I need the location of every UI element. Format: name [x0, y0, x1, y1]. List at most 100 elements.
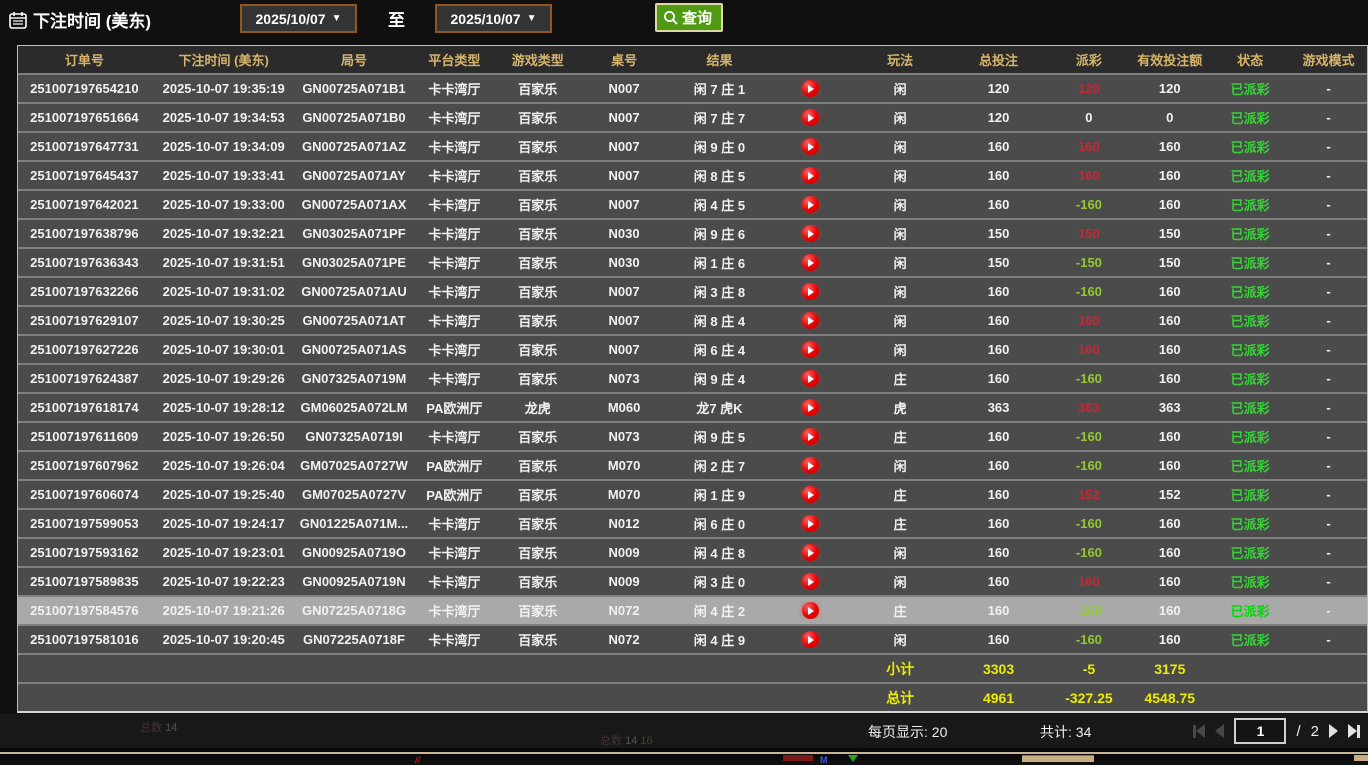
cell-play — [769, 341, 852, 358]
date-to-select[interactable]: 2025/10/07 ▼ — [435, 4, 552, 33]
cell-mode: - — [1290, 226, 1367, 241]
column-header-table: 桌号 — [578, 50, 670, 69]
play-icon — [808, 462, 814, 470]
cell-game: 百家乐 — [497, 572, 578, 591]
cell-time: 2025-10-07 19:23:01 — [151, 545, 297, 560]
search-button[interactable]: 查询 — [655, 3, 723, 32]
cell-play — [769, 457, 852, 474]
cell-play — [769, 515, 852, 532]
play-video-button[interactable] — [802, 225, 819, 242]
cell-play — [769, 544, 852, 561]
play-video-button[interactable] — [802, 399, 819, 416]
play-icon — [808, 259, 814, 267]
last-page-button[interactable] — [1348, 724, 1360, 738]
table-row[interactable]: 2510071976116092025-10-07 19:26:50GN0732… — [18, 421, 1367, 450]
cell-platform: 卡卡湾厅 — [411, 543, 497, 562]
cell-game: 百家乐 — [497, 311, 578, 330]
next-page-button[interactable] — [1329, 724, 1338, 738]
cell-bet: 闲 — [852, 195, 949, 214]
cell-round: GN00925A0719O — [297, 545, 412, 560]
table-row[interactable]: 2510071976181742025-10-07 19:28:12GM0602… — [18, 392, 1367, 421]
cell-mode: - — [1290, 342, 1367, 357]
cell-table: M070 — [578, 487, 670, 502]
grand-total-total-bet: 4961 — [949, 690, 1049, 706]
table-header-row: 订单号下注时间 (美东)局号平台类型游戏类型桌号结果玩法总投注派彩有效投注额状态… — [18, 46, 1367, 73]
table-row[interactable]: 2510071976243872025-10-07 19:29:26GN0732… — [18, 363, 1367, 392]
table-row[interactable]: 2510071976454372025-10-07 19:33:41GN0072… — [18, 160, 1367, 189]
table-row[interactable]: 2510071976363432025-10-07 19:31:51GN0302… — [18, 247, 1367, 276]
play-video-button[interactable] — [802, 283, 819, 300]
page-number-input[interactable] — [1234, 718, 1286, 744]
play-video-button[interactable] — [802, 515, 819, 532]
cell-payout: -160 — [1048, 371, 1129, 386]
play-video-button[interactable] — [802, 457, 819, 474]
play-icon — [808, 491, 814, 499]
cell-time: 2025-10-07 19:34:53 — [151, 110, 297, 125]
cell-payout: 150 — [1048, 226, 1129, 241]
cell-bet: 闲 — [852, 630, 949, 649]
table-row[interactable]: 2510071976272262025-10-07 19:30:01GN0072… — [18, 334, 1367, 363]
cell-mode: - — [1290, 545, 1367, 560]
play-video-button[interactable] — [802, 486, 819, 503]
table-row[interactable]: 2510071975810162025-10-07 19:20:45GN0722… — [18, 624, 1367, 653]
cell-table: N012 — [578, 516, 670, 531]
cell-play — [769, 109, 852, 126]
play-video-button[interactable] — [802, 138, 819, 155]
play-video-button[interactable] — [802, 196, 819, 213]
search-icon — [663, 10, 679, 26]
table-row[interactable]: 2510071976542102025-10-07 19:35:19GN0072… — [18, 73, 1367, 102]
cell-bet: 闲 — [852, 282, 949, 301]
play-icon — [808, 230, 814, 238]
cell-result: 闲 6 庄 0 — [670, 514, 769, 533]
play-video-button[interactable] — [802, 602, 819, 619]
cell-payout: -160 — [1048, 429, 1129, 444]
play-icon — [808, 375, 814, 383]
prev-page-button[interactable] — [1215, 724, 1224, 738]
play-icon — [808, 201, 814, 209]
table-row[interactable]: 2510071976291072025-10-07 19:30:25GN0072… — [18, 305, 1367, 334]
cell-total: 160 — [949, 516, 1049, 531]
date-to-value: 2025/10/07 — [451, 11, 521, 27]
table-row[interactable]: 2510071975898352025-10-07 19:22:23GN0092… — [18, 566, 1367, 595]
play-video-button[interactable] — [802, 341, 819, 358]
play-video-button[interactable] — [802, 167, 819, 184]
table-row[interactable]: 2510071976079622025-10-07 19:26:04GM0702… — [18, 450, 1367, 479]
play-video-button[interactable] — [802, 370, 819, 387]
cell-play — [769, 631, 852, 648]
play-video-button[interactable] — [802, 573, 819, 590]
cell-mode: - — [1290, 110, 1367, 125]
cell-payout: -160 — [1048, 197, 1129, 212]
table-row[interactable]: 2510071976516642025-10-07 19:34:53GN0072… — [18, 102, 1367, 131]
table-row[interactable]: 2510071976060742025-10-07 19:25:40GM0702… — [18, 479, 1367, 508]
cell-valid: 160 — [1129, 603, 1210, 618]
table-row[interactable]: 2510071975845762025-10-07 19:21:26GN0722… — [18, 595, 1367, 624]
cell-status: 已派彩 — [1210, 630, 1290, 649]
cell-table: N007 — [578, 284, 670, 299]
table-row[interactable]: 2510071976420212025-10-07 19:33:00GN0072… — [18, 189, 1367, 218]
cell-round: GN00725A071AU — [297, 284, 412, 299]
table-row[interactable]: 2510071975990532025-10-07 19:24:17GN0122… — [18, 508, 1367, 537]
cell-time: 2025-10-07 19:26:50 — [151, 429, 297, 444]
cell-total: 160 — [949, 168, 1049, 183]
play-video-button[interactable] — [802, 631, 819, 648]
table-row[interactable]: 2510071976477312025-10-07 19:34:09GN0072… — [18, 131, 1367, 160]
column-header-time: 下注时间 (美东) — [151, 50, 297, 69]
play-icon — [808, 549, 814, 557]
table-row[interactable]: 2510071975931622025-10-07 19:23:01GN0092… — [18, 537, 1367, 566]
first-page-button[interactable] — [1193, 724, 1205, 738]
play-video-button[interactable] — [802, 109, 819, 126]
play-video-button[interactable] — [802, 544, 819, 561]
cell-status: 已派彩 — [1210, 166, 1290, 185]
table-row[interactable]: 2510071976387962025-10-07 19:32:21GN0302… — [18, 218, 1367, 247]
play-video-button[interactable] — [802, 254, 819, 271]
background-page-fragment — [1354, 755, 1368, 761]
cell-platform: PA欧洲厅 — [411, 485, 497, 504]
cell-time: 2025-10-07 19:31:51 — [151, 255, 297, 270]
play-video-button[interactable] — [802, 80, 819, 97]
cell-result: 闲 3 庄 0 — [670, 572, 769, 591]
cell-payout: -150 — [1048, 255, 1129, 270]
table-row[interactable]: 2510071976322662025-10-07 19:31:02GN0072… — [18, 276, 1367, 305]
play-video-button[interactable] — [802, 428, 819, 445]
play-video-button[interactable] — [802, 312, 819, 329]
date-from-select[interactable]: 2025/10/07 ▼ — [240, 4, 357, 33]
